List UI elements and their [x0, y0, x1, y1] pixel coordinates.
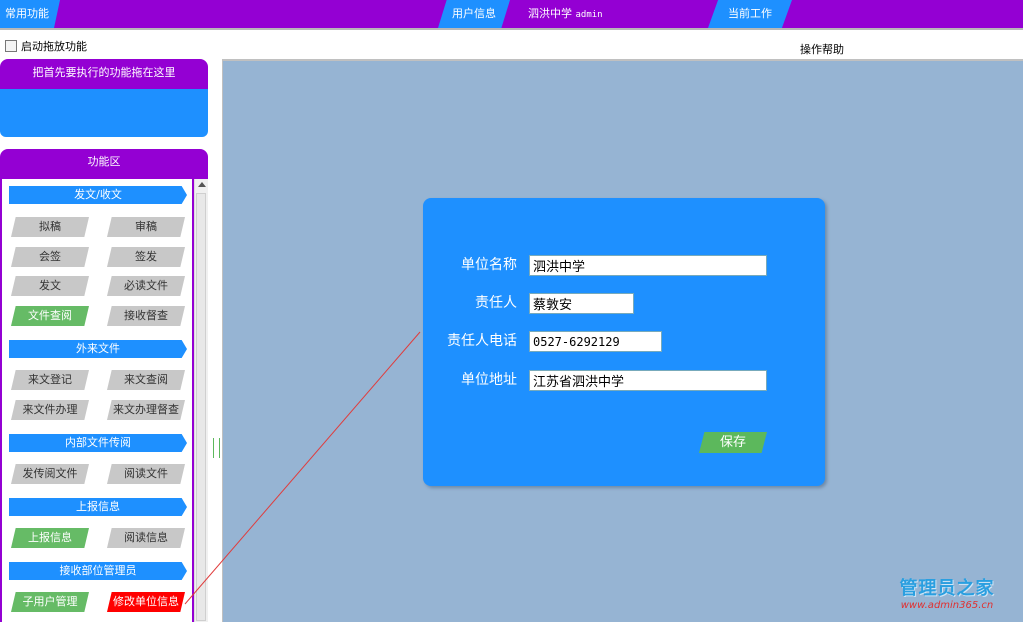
func-file-lookup-button[interactable]: 文件查阅 — [11, 306, 89, 326]
address-label: 单位地址 — [461, 372, 517, 388]
watermark-logo: 管理员之家 www.admin365.cn — [887, 574, 1007, 611]
func-incoming-supervise-button[interactable]: 来文办理督查 — [107, 400, 185, 420]
scroll-up-arrow-icon[interactable] — [198, 182, 206, 187]
top-bar-divider — [0, 28, 1023, 30]
person-label: 责任人 — [475, 295, 517, 311]
func-send-circulate-button[interactable]: 发传阅文件 — [11, 464, 89, 484]
group-title[interactable]: 发文/收文 — [9, 186, 187, 204]
func-countersign-button[interactable]: 会签 — [11, 247, 89, 267]
tab-current-work[interactable]: 当前工作 — [708, 0, 792, 28]
user-school-label: 泗洪中学 admin — [528, 0, 603, 29]
scroll-thumb[interactable] — [196, 193, 206, 621]
func-report-info-button[interactable]: 上报信息 — [11, 528, 89, 548]
unit-name-field[interactable] — [529, 255, 767, 276]
func-subuser-manage-button[interactable]: 子用户管理 — [11, 592, 89, 612]
func-incoming-register-button[interactable]: 来文登记 — [11, 370, 89, 390]
person-field[interactable] — [529, 293, 634, 314]
watermark-name: 管理员之家 — [899, 578, 995, 599]
group-title[interactable]: 上报信息 — [9, 498, 187, 516]
function-panel: 发文/收文 拟稿 审稿 会签 签发 发文 必读文件 文件查阅 接收督查 外来文件… — [0, 179, 194, 622]
func-draft-button[interactable]: 拟稿 — [11, 217, 89, 237]
drag-toggle[interactable]: 启动拖放功能 — [5, 38, 87, 54]
school-name: 泗洪中学 — [528, 7, 572, 20]
help-title[interactable]: 操作帮助 — [800, 41, 844, 57]
func-read-info-button[interactable]: 阅读信息 — [107, 528, 185, 548]
function-panel-scrollbar[interactable] — [194, 179, 208, 622]
func-sign-issue-button[interactable]: 签发 — [107, 247, 185, 267]
quick-panel-title: 把首先要执行的功能拖在这里 — [0, 59, 208, 89]
panel-splitter[interactable] — [208, 60, 222, 622]
phone-label: 责任人电话 — [447, 333, 517, 349]
function-panel-title: 功能区 — [0, 149, 208, 179]
save-button[interactable]: 保存 — [699, 432, 767, 453]
group-title[interactable]: 外来文件 — [9, 340, 187, 358]
func-required-reading-button[interactable]: 必读文件 — [107, 276, 185, 296]
watermark-url: www.admin365.cn — [900, 600, 994, 611]
func-incoming-handle-button[interactable]: 来文件办理 — [11, 400, 89, 420]
func-read-file-button[interactable]: 阅读文件 — [107, 464, 185, 484]
quick-drop-zone[interactable] — [0, 89, 208, 137]
phone-field[interactable] — [529, 331, 662, 352]
group-title[interactable]: 内部文件传阅 — [9, 434, 187, 452]
func-review-button[interactable]: 审稿 — [107, 217, 185, 237]
tab-user-info[interactable]: 用户信息 — [438, 0, 510, 28]
func-edit-unit-info-button[interactable]: 修改单位信息 — [107, 592, 185, 612]
func-receive-supervise-button[interactable]: 接收督查 — [107, 306, 185, 326]
address-field[interactable] — [529, 370, 767, 391]
drag-toggle-label: 启动拖放功能 — [21, 40, 87, 53]
tab-common-functions[interactable]: 常用功能 — [0, 0, 60, 28]
group-title[interactable]: 接收部位管理员 — [9, 562, 187, 580]
drag-toggle-checkbox[interactable] — [5, 40, 17, 52]
unit-name-label: 单位名称 — [461, 257, 517, 273]
func-send-button[interactable]: 发文 — [11, 276, 89, 296]
splitter-grip-icon[interactable] — [213, 438, 220, 458]
username: admin — [575, 10, 603, 20]
func-incoming-lookup-button[interactable]: 来文查阅 — [107, 370, 185, 390]
top-bar — [0, 0, 1023, 28]
